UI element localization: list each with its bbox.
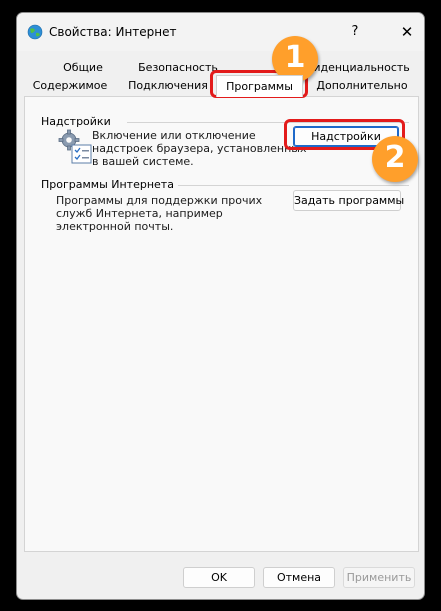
tab-general[interactable]: Общие [53,59,113,77]
globe-icon [27,24,43,40]
addons-description: Включение или отключение надстроек брауз… [92,129,307,168]
set-programs-button[interactable]: Задать программы [293,190,404,211]
group-divider [157,185,409,186]
apply-button[interactable]: Применить [343,567,415,588]
tab-programs[interactable]: Программы [216,78,303,96]
close-button[interactable]: ✕ [396,22,418,42]
internet-properties-window: Свойства: Интернет ? ✕ Общие Безопасност… [16,12,425,600]
addons-group-label: Надстройки [41,115,115,128]
cancel-button[interactable]: Отмена [263,567,335,588]
step-badge-2: 2 [372,136,418,182]
window-title: Свойства: Интернет [49,25,177,39]
title-bar[interactable]: Свойства: Интернет ? ✕ [17,13,424,51]
tab-connections[interactable]: Подключения [123,77,213,95]
help-button[interactable]: ? [344,23,366,41]
tab-advanced[interactable]: Дополнительно [307,77,417,95]
settings-addons-icon [58,129,92,164]
internet-programs-group-label: Программы Интернета [41,178,178,191]
tab-content[interactable]: Содержимое [27,77,113,95]
internet-programs-description: Программы для поддержки прочих служб Инт… [56,194,263,233]
ok-button[interactable]: OK [183,567,255,588]
dialog-footer: OK Отмена Применить [17,561,424,599]
